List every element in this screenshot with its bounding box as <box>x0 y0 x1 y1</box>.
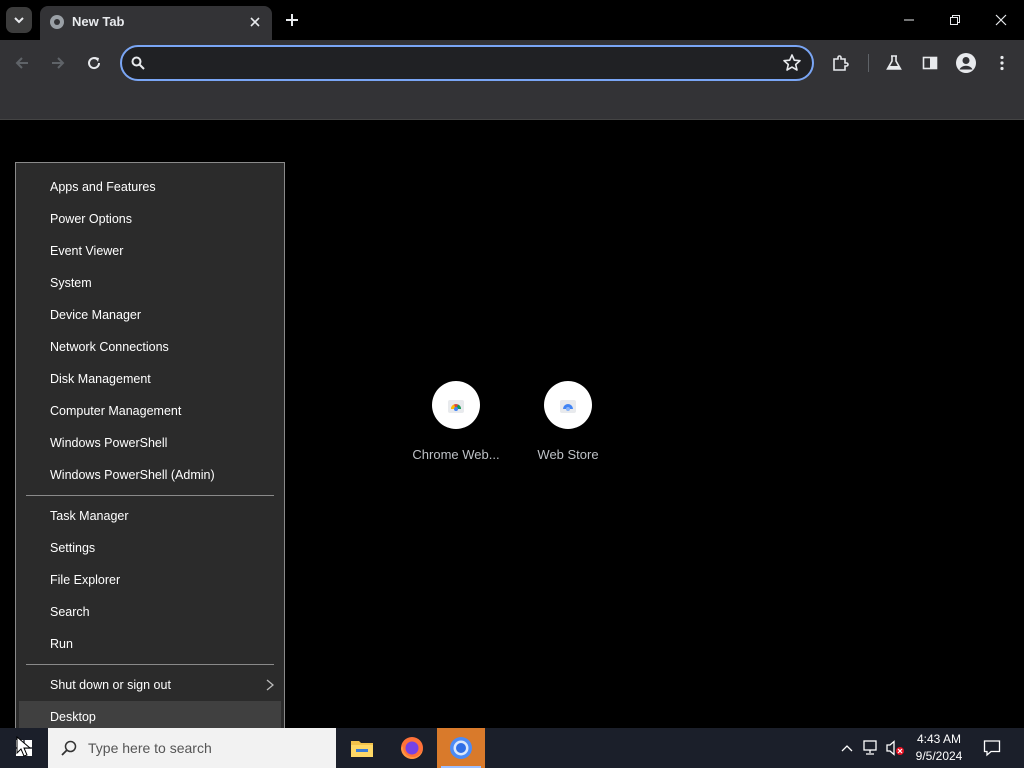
taskbar-app-firefox[interactable] <box>388 728 436 768</box>
close-icon <box>250 17 260 27</box>
shortcut-chrome-web[interactable]: Chrome Web... <box>406 381 506 462</box>
menu-item-shut-down[interactable]: Shut down or sign out <box>16 669 284 701</box>
puzzle-icon <box>833 55 849 71</box>
menu-separator <box>26 664 274 665</box>
taskbar-search-box[interactable]: Type here to search <box>48 728 336 768</box>
network-icon <box>863 740 877 755</box>
tab-title: New Tab <box>72 14 125 29</box>
menu-item-event-viewer[interactable]: Event Viewer <box>16 235 284 267</box>
notification-icon <box>983 740 1001 757</box>
chrome-web-store-icon <box>448 400 464 413</box>
globe-icon <box>50 15 64 29</box>
menu-item-search[interactable]: Search <box>16 596 284 628</box>
restore-icon <box>950 15 960 25</box>
minimize-button[interactable] <box>886 0 932 40</box>
menu-item-system[interactable]: System <box>16 267 284 299</box>
close-window-button[interactable] <box>978 0 1024 40</box>
clock-time: 4:43 AM <box>916 732 962 746</box>
chrome-icon <box>450 737 472 759</box>
restore-button[interactable] <box>932 0 978 40</box>
menu-item-computer-management[interactable]: Computer Management <box>16 395 284 427</box>
menu-item-device-manager[interactable]: Device Manager <box>16 299 284 331</box>
arrow-left-icon <box>15 57 28 69</box>
close-icon <box>995 14 1007 26</box>
plus-icon <box>286 14 298 26</box>
minimize-icon <box>904 19 914 21</box>
reload-icon <box>88 57 101 70</box>
menu-separator <box>26 495 274 496</box>
omnibox[interactable] <box>120 45 814 81</box>
menu-item-windows-powershell-admin[interactable]: Windows PowerShell (Admin) <box>16 459 284 491</box>
firefox-icon <box>401 737 423 759</box>
taskbar-search-placeholder: Type here to search <box>88 740 212 756</box>
bookmark-star-icon[interactable] <box>782 53 802 73</box>
volume-muted-icon <box>886 740 904 756</box>
chevron-right-icon <box>266 679 274 691</box>
extensions-button[interactable] <box>827 50 853 76</box>
side-panel-icon <box>922 56 938 70</box>
mouse-cursor-icon <box>16 736 32 757</box>
taskbar-clock[interactable]: 4:43 AM 9/5/2024 <box>910 731 968 765</box>
flask-icon <box>886 55 902 70</box>
chevron-down-icon <box>14 17 24 24</box>
back-button[interactable] <box>9 50 35 76</box>
tab-search-button[interactable] <box>6 7 32 33</box>
shortcut-icon <box>544 381 592 429</box>
profile-button[interactable] <box>953 50 979 76</box>
menu-item-file-explorer[interactable]: File Explorer <box>16 564 284 596</box>
taskbar: Type here to search 4:43 AM 9/5/2024 <box>0 728 1024 768</box>
menu-button[interactable] <box>989 50 1015 76</box>
bookmark-bar <box>0 86 1024 120</box>
menu-item-apps-and-features[interactable]: Apps and Features <box>16 171 284 203</box>
shortcut-web-store[interactable]: Web Store <box>518 381 618 462</box>
clock-date: 9/5/2024 <box>915 749 963 763</box>
screen: New Tab Chrome Web... Web Store Apps and… <box>0 0 1024 768</box>
folder-icon <box>351 741 373 757</box>
chevron-up-icon <box>841 745 853 752</box>
taskbar-app-chrome[interactable] <box>437 728 485 768</box>
winx-context-menu: Apps and Features Power Options Event Vi… <box>15 162 285 741</box>
menu-item-network-connections[interactable]: Network Connections <box>16 331 284 363</box>
menu-item-windows-powershell[interactable]: Windows PowerShell <box>16 427 284 459</box>
tab-close-button[interactable] <box>246 13 264 31</box>
reload-button[interactable] <box>81 50 107 76</box>
volume-tray-button[interactable] <box>885 738 905 758</box>
forward-button[interactable] <box>45 50 71 76</box>
search-icon <box>131 56 145 70</box>
taskbar-app-file-explorer[interactable] <box>338 728 386 768</box>
new-tab-button[interactable] <box>280 8 304 32</box>
labs-button[interactable] <box>881 50 907 76</box>
notification-center-button[interactable] <box>978 728 1006 768</box>
arrow-right-icon <box>52 57 65 69</box>
side-panel-button[interactable] <box>917 50 943 76</box>
menu-item-run[interactable]: Run <box>16 628 284 660</box>
web-store-icon <box>560 400 576 413</box>
show-hidden-icons-button[interactable] <box>837 738 857 758</box>
shortcut-icon <box>432 381 480 429</box>
avatar-icon <box>956 53 976 73</box>
menu-item-settings[interactable]: Settings <box>16 532 284 564</box>
menu-item-power-options[interactable]: Power Options <box>16 203 284 235</box>
toolbar <box>0 40 1024 86</box>
more-vert-icon <box>1000 55 1004 71</box>
shortcut-label: Chrome Web... <box>412 447 500 462</box>
menu-item-task-manager[interactable]: Task Manager <box>16 500 284 532</box>
toolbar-divider <box>868 54 869 72</box>
network-tray-button[interactable] <box>861 738 881 758</box>
address-input[interactable] <box>152 53 772 73</box>
tab-new-tab[interactable]: New Tab <box>40 6 272 40</box>
menu-item-label: Shut down or sign out <box>50 678 171 692</box>
menu-item-disk-management[interactable]: Disk Management <box>16 363 284 395</box>
shortcut-label: Web Store <box>537 447 599 462</box>
search-icon <box>61 740 77 756</box>
tab-strip: New Tab <box>0 0 1024 40</box>
